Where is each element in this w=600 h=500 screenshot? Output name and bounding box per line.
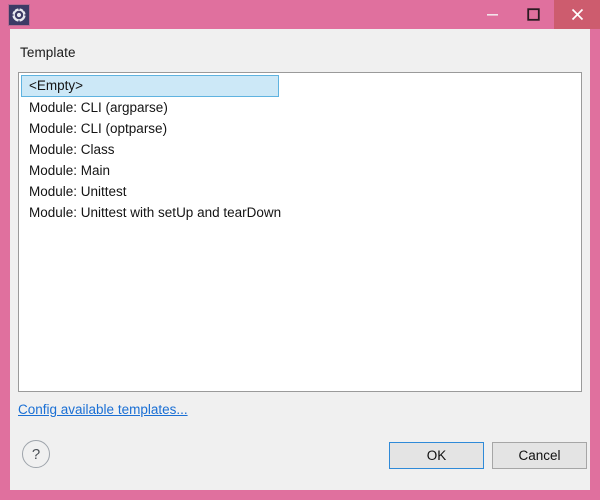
- list-item[interactable]: Module: Main: [21, 160, 579, 181]
- gear-icon: [8, 4, 30, 26]
- list-item[interactable]: Module: CLI (optparse): [21, 118, 579, 139]
- minimize-button[interactable]: [472, 0, 513, 29]
- window-controls: [472, 0, 600, 29]
- title-bar[interactable]: [0, 0, 600, 29]
- maximize-button[interactable]: [513, 0, 554, 29]
- dialog-body: Template <Empty> Module: CLI (argparse) …: [10, 29, 590, 490]
- ok-button[interactable]: OK: [389, 442, 484, 469]
- list-item[interactable]: Module: Unittest: [21, 181, 579, 202]
- list-item[interactable]: Module: Class: [21, 139, 579, 160]
- dialog-window: Template <Empty> Module: CLI (argparse) …: [0, 0, 600, 500]
- config-templates-link[interactable]: Config available templates...: [18, 402, 188, 417]
- list-item[interactable]: <Empty>: [21, 75, 279, 97]
- cancel-button[interactable]: Cancel: [492, 442, 587, 469]
- list-item[interactable]: Module: CLI (argparse): [21, 97, 579, 118]
- close-button[interactable]: [554, 0, 600, 29]
- section-label-template: Template: [20, 45, 76, 60]
- template-list[interactable]: <Empty> Module: CLI (argparse) Module: C…: [18, 72, 582, 392]
- help-button[interactable]: ?: [22, 440, 50, 468]
- list-item[interactable]: Module: Unittest with setUp and tearDown: [21, 202, 579, 223]
